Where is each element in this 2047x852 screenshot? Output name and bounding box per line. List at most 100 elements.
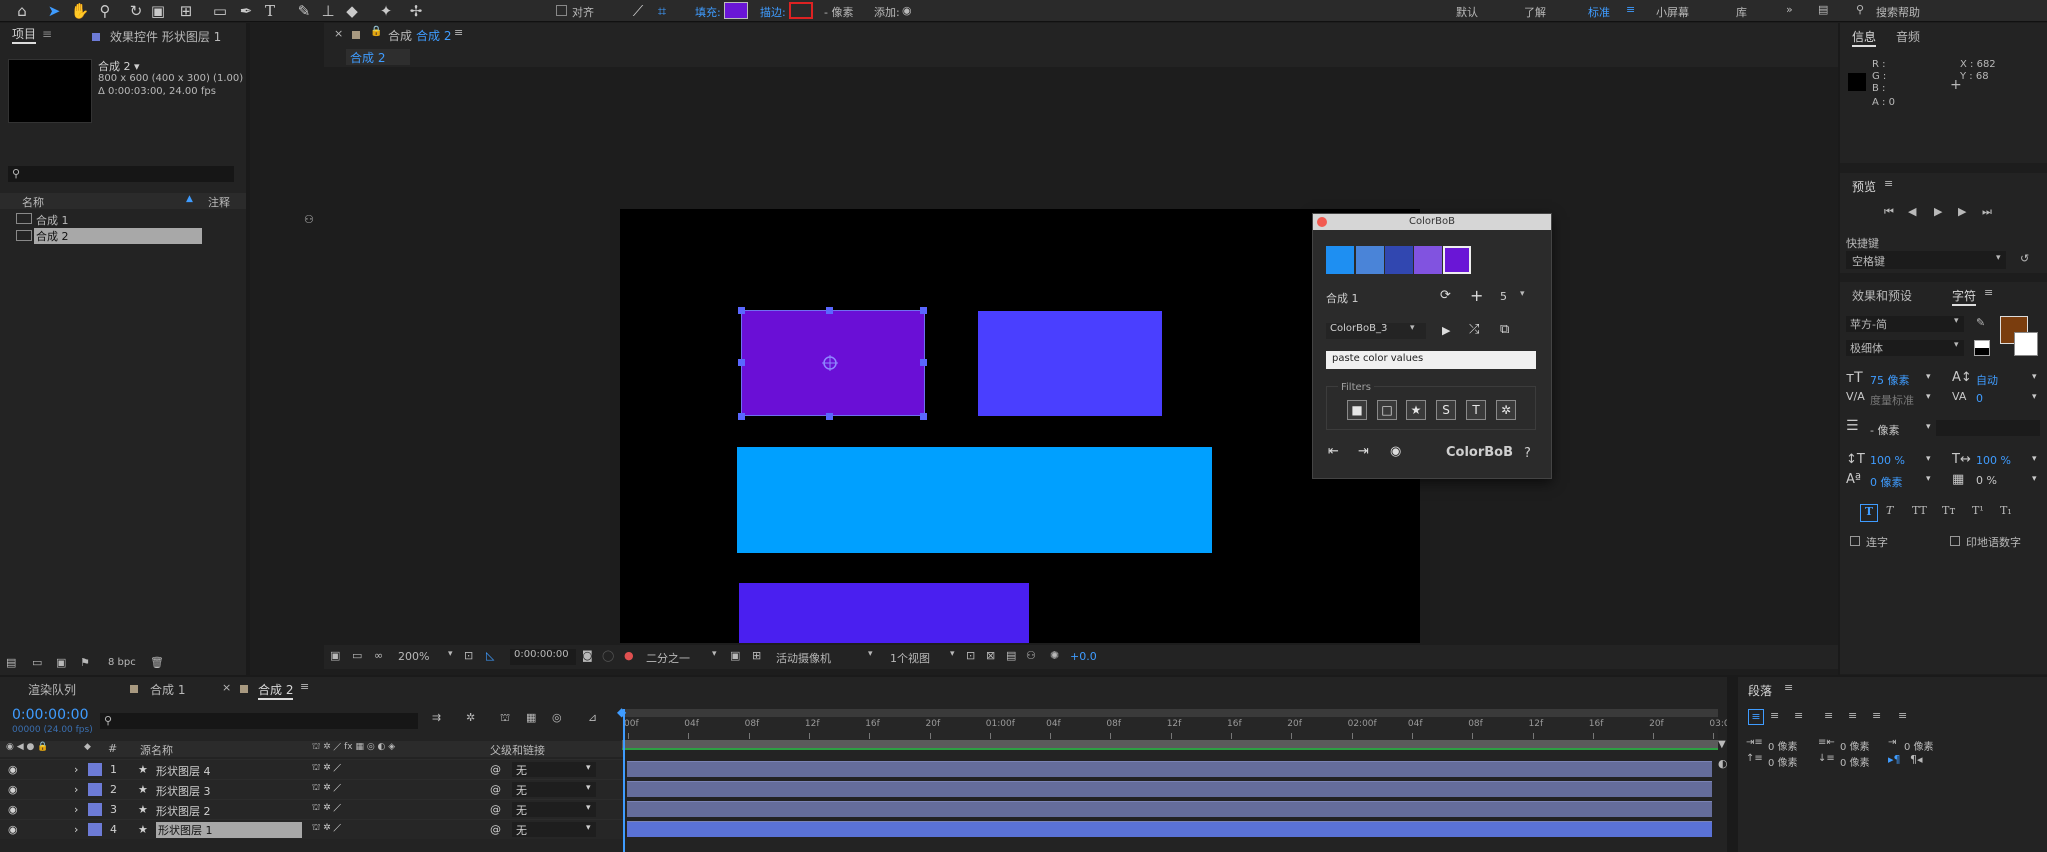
layer-duration-bar[interactable]: [627, 801, 1712, 817]
label-color-chip[interactable]: [88, 763, 102, 776]
bpc-label[interactable]: 8 bpc: [108, 657, 136, 668]
layer-name[interactable]: 形状图层 3: [156, 783, 211, 799]
project-search-input[interactable]: ⚲: [8, 166, 234, 182]
work-area-range[interactable]: [622, 740, 1718, 750]
stroke-color-swatch[interactable]: [2014, 332, 2038, 356]
align-left-icon[interactable]: ≡: [1748, 709, 1764, 725]
first-frame-icon[interactable]: ⏮: [1884, 205, 1894, 219]
label-color-chip[interactable]: [88, 783, 102, 796]
brush-tool-icon[interactable]: ✎: [294, 1, 314, 21]
shape-layer-2[interactable]: [978, 311, 1162, 416]
home-icon[interactable]: ⌂: [12, 1, 32, 21]
resolution-select[interactable]: 二分之一: [646, 650, 690, 666]
space-after-value[interactable]: 0 像素: [1840, 754, 1870, 769]
color-swap-icon[interactable]: [1974, 340, 1990, 356]
timeline-timecode[interactable]: 0:00:00:00: [12, 707, 89, 723]
exposure-icon[interactable]: ✺: [1050, 649, 1059, 662]
new-folder-icon[interactable]: ▭: [32, 656, 42, 669]
comp-canvas[interactable]: [620, 209, 1420, 643]
snapping-icon[interactable]: ⟋: [628, 1, 648, 21]
last-frame-icon[interactable]: ⏭: [1982, 205, 1992, 219]
trash-icon[interactable]: 🗑: [150, 656, 164, 669]
workspace-default[interactable]: 默认: [1456, 4, 1478, 20]
superscript-icon[interactable]: T¹: [1972, 504, 1984, 517]
font-select[interactable]: 苹方-简: [1846, 316, 1964, 332]
table-row[interactable]: ◉ › 3 ★ 形状图层 2 ⛫ ✲ ⟋ @ 无 ▾: [0, 799, 624, 819]
fast-preview-icon[interactable]: ⊠: [986, 649, 995, 662]
camera-tool-icon[interactable]: ▣: [148, 1, 168, 21]
table-row[interactable]: ◉ › 2 ★ 形状图层 3 ⛫ ✲ ⟋ @ 无 ▾: [0, 779, 624, 799]
tsume-value[interactable]: 0 %: [1976, 474, 1997, 487]
layer-search-input[interactable]: ⚲: [100, 713, 418, 729]
globe-icon[interactable]: ◉: [1390, 444, 1401, 459]
timeline-icon[interactable]: ▤: [1006, 649, 1016, 662]
work-area-bar[interactable]: [622, 709, 1718, 717]
toggle-pixel-icon[interactable]: ⊡: [966, 649, 975, 662]
small-caps-icon[interactable]: Tᴛ: [1942, 504, 1955, 517]
ligature-checkbox[interactable]: [1850, 536, 1860, 546]
timeline-menu-icon[interactable]: ≡: [300, 680, 309, 693]
layer-duration-bar[interactable]: [627, 821, 1712, 837]
flowchart-icon[interactable]: ⚇: [304, 213, 314, 226]
graph-editor-icon[interactable]: ⊿: [588, 711, 597, 724]
channel-icon[interactable]: ●: [624, 649, 634, 662]
palette-swatch-1[interactable]: [1326, 246, 1354, 274]
snapshot-icon[interactable]: ◙: [582, 649, 593, 662]
baseline-shift-value[interactable]: 0 像素: [1870, 474, 1903, 490]
filter-stroke-icon[interactable]: □: [1377, 400, 1397, 420]
pickwhip-icon[interactable]: @: [490, 783, 501, 796]
subscript-icon[interactable]: T₁: [2000, 504, 2012, 517]
hindi-digits-checkbox[interactable]: [1950, 536, 1960, 546]
add-icon[interactable]: +: [1470, 286, 1483, 305]
justify-center-icon[interactable]: ≡: [1848, 709, 1857, 722]
playhead[interactable]: [623, 709, 625, 852]
eye-icon[interactable]: ◉: [8, 823, 18, 836]
motion-blur-icon[interactable]: ◎: [552, 711, 562, 724]
col-parent[interactable]: 父级和链接: [490, 742, 545, 758]
search-help[interactable]: 搜索帮助: [1876, 4, 1920, 20]
rtl-direction-icon[interactable]: ¶◂: [1910, 753, 1923, 766]
monitor-icon[interactable]: ▭: [352, 649, 362, 662]
always-preview-icon[interactable]: ▣: [330, 649, 340, 662]
breadcrumb[interactable]: 合成 2: [346, 49, 410, 65]
tab-effect-controls[interactable]: 效果控件 形状图层 1: [110, 28, 221, 45]
lock-icon[interactable]: 🔒: [370, 26, 382, 37]
eyedropper-icon[interactable]: ✎: [1976, 316, 1985, 329]
shy-switch-icon[interactable]: ⛫ ✲ ⟋: [312, 763, 341, 774]
play-icon[interactable]: ▶: [1934, 205, 1942, 218]
layer-duration-bar[interactable]: [627, 761, 1712, 777]
prev-frame-icon[interactable]: ◀: [1908, 205, 1916, 218]
viewer-timecode[interactable]: 0:00:00:00: [510, 649, 576, 665]
vr-icon[interactable]: ∞: [374, 649, 383, 662]
play-icon[interactable]: ▶: [1442, 324, 1450, 337]
tab-info[interactable]: 信息: [1852, 28, 1877, 47]
faux-bold-icon[interactable]: T: [1860, 504, 1878, 522]
parent-select[interactable]: 无: [512, 762, 596, 777]
stroke-swatch[interactable]: [789, 2, 813, 19]
shy-icon[interactable]: ⛫: [500, 711, 510, 726]
indent-left-value[interactable]: 0 像素: [1768, 738, 1798, 753]
tab-effects-presets[interactable]: 效果和预设: [1852, 287, 1912, 304]
filter-effect-icon[interactable]: ✲: [1496, 400, 1516, 420]
justify-left-icon[interactable]: ≡: [1824, 709, 1833, 722]
tab-audio[interactable]: 音频: [1896, 28, 1920, 45]
views-select[interactable]: 1个视图: [890, 650, 930, 666]
eye-icon[interactable]: ◉: [8, 803, 18, 816]
workspace-library[interactable]: 库: [1736, 4, 1747, 20]
filter-fill-icon[interactable]: ■: [1347, 400, 1367, 420]
workspace-menu-icon[interactable]: ≡: [1626, 3, 1635, 16]
eye-icon[interactable]: ◉: [8, 763, 18, 776]
zoom-select[interactable]: 200%: [398, 650, 454, 663]
stroke-width[interactable]: - 像素: [824, 4, 853, 20]
close-icon[interactable]: ×: [334, 27, 343, 40]
shape-layer-3[interactable]: [737, 447, 1212, 553]
workspace-standard[interactable]: 标准: [1588, 4, 1610, 20]
workspace-learn[interactable]: 了解: [1524, 4, 1546, 20]
pickwhip-icon[interactable]: @: [490, 763, 501, 776]
font-size-value[interactable]: 75 像素: [1870, 372, 1910, 388]
zoom-tool-icon[interactable]: ⚲: [95, 1, 115, 21]
reset-icon[interactable]: ↺: [2020, 252, 2029, 265]
shape-layer-4[interactable]: [739, 583, 1029, 643]
col-comment[interactable]: 注释: [208, 194, 230, 210]
leading-value[interactable]: 自动: [1976, 372, 1998, 388]
